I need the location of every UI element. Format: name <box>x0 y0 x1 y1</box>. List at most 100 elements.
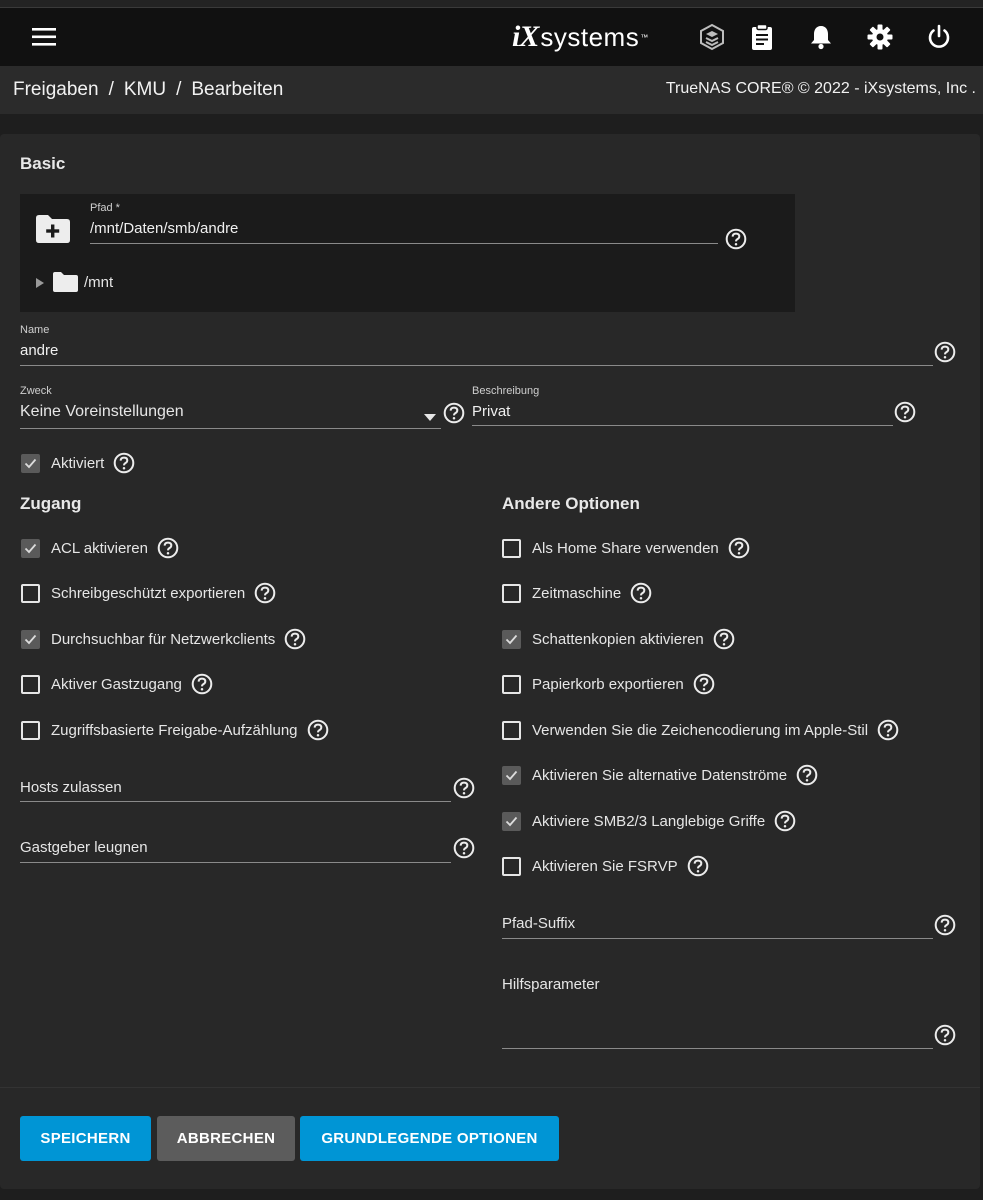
guest-label: Aktiver Gastzugang <box>51 675 182 693</box>
abe-checkbox[interactable] <box>21 720 40 740</box>
abe-help-icon[interactable] <box>307 719 329 741</box>
smb-share-form-card: Basic Pfad * /mnt/Daten/smb/andre /mnt N… <box>0 134 980 1189</box>
other-option-recycle-bin[interactable]: Papierkorb exportieren <box>502 672 715 696</box>
logo-trademark: ™ <box>640 32 649 42</box>
guest-checkbox[interactable] <box>21 674 40 694</box>
recycle-bin-help-icon[interactable] <box>693 673 715 695</box>
ixsystems-logo: iX systems ™ <box>512 20 648 54</box>
durable-handles-label: Aktiviere SMB2/3 Langlebige Griffe <box>532 812 766 830</box>
apple-encoding-checkbox[interactable] <box>502 720 521 740</box>
enabled-checkbox[interactable] <box>21 453 40 473</box>
other-option-shadow-copies[interactable]: Schattenkopien aktivieren <box>502 627 735 651</box>
other-option-fsrvp[interactable]: Aktivieren Sie FSRVP <box>502 854 709 878</box>
power-icon[interactable] <box>922 20 956 54</box>
hosts-deny-input[interactable]: Gastgeber leugnen <box>20 839 148 856</box>
browsable-help-icon[interactable] <box>284 628 306 650</box>
fsrvp-help-icon[interactable] <box>687 855 709 877</box>
fsrvp-label: Aktivieren Sie FSRVP <box>532 857 678 875</box>
browsable-label: Durchsuchbar für Netzwerkclients <box>51 630 276 648</box>
other-option-alt-streams[interactable]: Aktivieren Sie alternative Datenströme <box>502 763 818 787</box>
timemachine-label: Zeitmaschine <box>532 584 622 602</box>
other-option-timemachine[interactable]: Zeitmaschine <box>502 581 652 605</box>
browsable-checkbox[interactable] <box>21 629 40 649</box>
folder-icon <box>52 271 79 293</box>
other-option-apple-encoding[interactable]: Verwenden Sie die Zeichencodierung im Ap… <box>502 718 899 742</box>
access-option-guest[interactable]: Aktiver Gastzugang <box>21 672 213 696</box>
name-input[interactable]: andre <box>20 342 58 359</box>
other-option-home-share[interactable]: Als Home Share verwenden <box>502 536 750 560</box>
breadcrumb-item-bearbeiten: Bearbeiten <box>191 79 284 100</box>
recycle-bin-label: Papierkorb exportieren <box>532 675 684 693</box>
path-explorer: Pfad * /mnt/Daten/smb/andre /mnt <box>20 194 795 312</box>
readonly-checkbox[interactable] <box>21 583 40 603</box>
menu-icon[interactable] <box>26 21 62 53</box>
breadcrumb-item-kmu[interactable]: KMU <box>124 79 166 100</box>
aux-params-textarea[interactable]: Hilfsparameter <box>502 976 600 993</box>
abe-label: Zugriffsbasierte Freigabe-Aufzählung <box>51 721 298 739</box>
cancel-button[interactable]: ABBRECHEN <box>157 1116 295 1161</box>
hosts-allow-input[interactable]: Hosts zulassen <box>20 779 122 796</box>
dropdown-arrow-icon[interactable] <box>424 409 436 421</box>
access-option-acl[interactable]: ACL aktivieren <box>21 536 179 560</box>
fsrvp-checkbox[interactable] <box>502 856 521 876</box>
timemachine-checkbox[interactable] <box>502 583 521 603</box>
acl-help-icon[interactable] <box>157 537 179 559</box>
basic-options-button[interactable]: GRUNDLEGENDE OPTIONEN <box>300 1116 559 1161</box>
breadcrumb-item-freigaben[interactable]: Freigaben <box>13 79 99 100</box>
section-title-access: Zugang <box>20 494 82 513</box>
tree-node-mnt[interactable]: /mnt <box>84 274 113 291</box>
path-suffix-help-icon[interactable] <box>934 914 956 936</box>
clipboard-icon[interactable] <box>745 20 779 54</box>
name-label: Name <box>20 324 50 336</box>
shadow-copies-label: Schattenkopien aktivieren <box>532 630 704 648</box>
recycle-bin-checkbox[interactable] <box>502 674 521 694</box>
shadow-copies-help-icon[interactable] <box>713 628 735 650</box>
tree-expand-arrow-icon[interactable] <box>35 276 45 288</box>
durable-handles-help-icon[interactable] <box>774 810 796 832</box>
name-help-icon[interactable] <box>934 341 956 363</box>
hosts-allow-help-icon[interactable] <box>453 777 475 799</box>
alt-streams-help-icon[interactable] <box>796 764 818 786</box>
purpose-select[interactable]: Keine Voreinstellungen <box>20 403 184 421</box>
enabled-label: Aktiviert <box>51 454 105 472</box>
save-button[interactable]: SPEICHERN <box>20 1116 151 1161</box>
truecommand-icon[interactable] <box>695 20 729 54</box>
shadow-copies-checkbox[interactable] <box>502 629 521 649</box>
enabled-help-icon[interactable] <box>113 452 135 474</box>
path-input[interactable]: /mnt/Daten/smb/andre <box>90 220 238 237</box>
path-suffix-input[interactable]: Pfad-Suffix <box>502 915 575 932</box>
path-label: Pfad * <box>90 202 120 214</box>
apple-encoding-help-icon[interactable] <box>877 719 899 741</box>
alt-streams-checkbox[interactable] <box>502 765 521 785</box>
window-top-strip <box>0 0 983 8</box>
purpose-help-icon[interactable] <box>443 402 465 424</box>
hosts-deny-help-icon[interactable] <box>453 837 475 859</box>
home-share-checkbox[interactable] <box>502 538 521 558</box>
access-option-browsable[interactable]: Durchsuchbar für Netzwerkclients <box>21 627 306 651</box>
logo-systems: systems <box>540 21 640 52</box>
description-help-icon[interactable] <box>894 401 916 423</box>
path-help-icon[interactable] <box>725 228 747 250</box>
hosts-deny-underline <box>20 862 451 863</box>
settings-gear-icon[interactable] <box>863 20 897 54</box>
guest-help-icon[interactable] <box>191 673 213 695</box>
access-option-readonly[interactable]: Schreibgeschützt exportieren <box>21 581 276 605</box>
durable-handles-checkbox[interactable] <box>502 811 521 831</box>
acl-checkbox[interactable] <box>21 538 40 558</box>
notifications-bell-icon[interactable] <box>804 20 838 54</box>
enabled-checkbox-row[interactable]: Aktiviert <box>21 451 135 475</box>
logo-ix: iX <box>512 20 539 53</box>
timemachine-help-icon[interactable] <box>630 582 652 604</box>
aux-params-underline <box>502 1048 933 1049</box>
readonly-help-icon[interactable] <box>254 582 276 604</box>
access-option-abe[interactable]: Zugriffsbasierte Freigabe-Aufzählung <box>21 718 329 742</box>
add-folder-icon[interactable] <box>34 212 72 246</box>
breadcrumb-separator: / <box>176 79 182 100</box>
form-footer-divider <box>0 1087 980 1088</box>
apple-encoding-label: Verwenden Sie die Zeichencodierung im Ap… <box>532 721 869 739</box>
other-option-durable-handles[interactable]: Aktiviere SMB2/3 Langlebige Griffe <box>502 809 796 833</box>
hosts-allow-underline <box>20 801 451 802</box>
aux-params-help-icon[interactable] <box>934 1024 956 1046</box>
description-input[interactable]: Privat <box>472 403 510 420</box>
home-share-help-icon[interactable] <box>728 537 750 559</box>
